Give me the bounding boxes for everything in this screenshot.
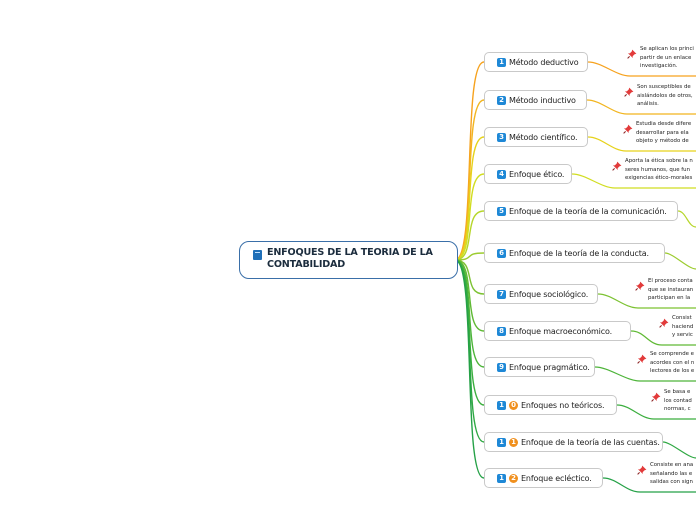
note-connector bbox=[677, 210, 696, 228]
branch-node[interactable]: 1 Método deductivo bbox=[484, 52, 588, 72]
branch-label: Enfoque sociológico. bbox=[509, 289, 589, 299]
number-badge: 1 bbox=[497, 473, 506, 483]
branch-node[interactable]: 1 1 Enfoque de la teoría de las cuentas. bbox=[484, 432, 663, 452]
branch-label: Enfoques no teóricos. bbox=[521, 400, 605, 410]
pushpin-icon bbox=[627, 49, 637, 59]
number-badge: 1 bbox=[497, 437, 506, 447]
branch-node[interactable]: 5 Enfoque de la teoría de la comunicación… bbox=[484, 201, 678, 221]
branch-node[interactable]: 6 Enfoque de la teoría de la conducta. bbox=[484, 243, 665, 263]
number-badge: 6 bbox=[497, 248, 506, 258]
note-text: Se basa e los contad normas, c bbox=[664, 389, 692, 413]
note-text: Consist haciend y servic bbox=[672, 315, 694, 339]
branch-node[interactable]: 2 Método inductivo bbox=[484, 90, 587, 110]
number-badge: 2 bbox=[497, 95, 506, 105]
branch-connector bbox=[454, 61, 485, 261]
branch-node[interactable]: 4 Enfoque ético. bbox=[484, 164, 572, 184]
note-connector bbox=[662, 441, 696, 459]
note-box[interactable]: Consiste en ana señalando las e salidas … bbox=[637, 461, 696, 487]
note-box[interactable]: Aporta la ética sobre la n seres humanos… bbox=[612, 157, 696, 183]
number-badge: 0 bbox=[509, 400, 518, 410]
pushpin-icon bbox=[624, 87, 634, 97]
note-box[interactable]: El proceso conta que se instauran partic… bbox=[635, 277, 696, 303]
note-text: Son susceptibles de aislándolos de otros… bbox=[637, 84, 693, 108]
branch-label: Método científico. bbox=[509, 132, 578, 142]
branch-label: Enfoque ecléctico. bbox=[521, 473, 592, 483]
root-topic[interactable]: ENFOQUES DE LA TEORIA DE LA CONTABILIDAD bbox=[239, 241, 458, 279]
branch-label: Método deductivo bbox=[509, 57, 579, 67]
branch-label: Enfoque macroeconómico. bbox=[509, 326, 612, 336]
branch-label: Enfoque ético. bbox=[509, 169, 565, 179]
branch-node[interactable]: 3 Método científico. bbox=[484, 127, 588, 147]
number-badge: 7 bbox=[497, 289, 506, 299]
number-badge: 8 bbox=[497, 326, 506, 336]
book-icon bbox=[253, 250, 262, 260]
branch-label: Método inductivo bbox=[509, 95, 576, 105]
number-badge: 9 bbox=[497, 362, 506, 372]
branch-node[interactable]: 1 2 Enfoque ecléctico. bbox=[484, 468, 603, 488]
note-connector bbox=[664, 252, 696, 270]
branch-node[interactable]: 7 Enfoque sociológico. bbox=[484, 284, 598, 304]
note-text: Aporta la ética sobre la n seres humanos… bbox=[625, 158, 693, 182]
root-title: ENFOQUES DE LA TEORIA DE LA CONTABILIDAD bbox=[267, 247, 433, 270]
note-box[interactable]: Consist haciend y servic bbox=[659, 314, 696, 340]
pushpin-icon bbox=[651, 392, 661, 402]
number-badge: 4 bbox=[497, 169, 506, 179]
pushpin-icon bbox=[637, 465, 647, 475]
number-badge: 2 bbox=[509, 473, 518, 483]
note-box[interactable]: Se basa e los contad normas, c bbox=[651, 388, 696, 414]
number-badge: 1 bbox=[497, 57, 506, 67]
pushpin-icon bbox=[623, 124, 633, 134]
number-badge: 5 bbox=[497, 206, 506, 216]
branch-label: Enfoque de la teoría de la comunicación. bbox=[509, 206, 667, 216]
note-text: Estudia desde difere desarrollar para el… bbox=[636, 121, 692, 145]
note-box[interactable]: Se comprende e acordes con el n lectores… bbox=[637, 350, 696, 376]
note-text: Se comprende e acordes con el n lectores… bbox=[650, 351, 695, 375]
pushpin-icon bbox=[659, 318, 669, 328]
branch-label: Enfoque pragmático. bbox=[509, 362, 590, 372]
number-badge: 1 bbox=[497, 400, 506, 410]
pushpin-icon bbox=[612, 161, 622, 171]
pushpin-icon bbox=[637, 354, 647, 364]
branch-node[interactable]: 1 0 Enfoques no teóricos. bbox=[484, 395, 617, 415]
branch-label: Enfoque de la teoría de las cuentas. bbox=[521, 437, 660, 447]
note-box[interactable]: Se aplican los princi partir de un enlac… bbox=[627, 45, 696, 71]
branch-node[interactable]: 8 Enfoque macroeconómico. bbox=[484, 321, 631, 341]
note-text: Se aplican los princi partir de un enlac… bbox=[640, 46, 694, 70]
branch-label: Enfoque de la teoría de la conducta. bbox=[509, 248, 649, 258]
number-badge: 3 bbox=[497, 132, 506, 142]
note-text: Consiste en ana señalando las e salidas … bbox=[650, 462, 694, 486]
note-box[interactable]: Estudia desde difere desarrollar para el… bbox=[623, 120, 696, 146]
branch-node[interactable]: 9 Enfoque pragmático. bbox=[484, 357, 595, 377]
note-text: El proceso conta que se instauran partic… bbox=[648, 278, 694, 302]
pushpin-icon bbox=[635, 281, 645, 291]
note-box[interactable]: Son susceptibles de aislándolos de otros… bbox=[624, 83, 696, 109]
number-badge: 1 bbox=[509, 437, 518, 447]
